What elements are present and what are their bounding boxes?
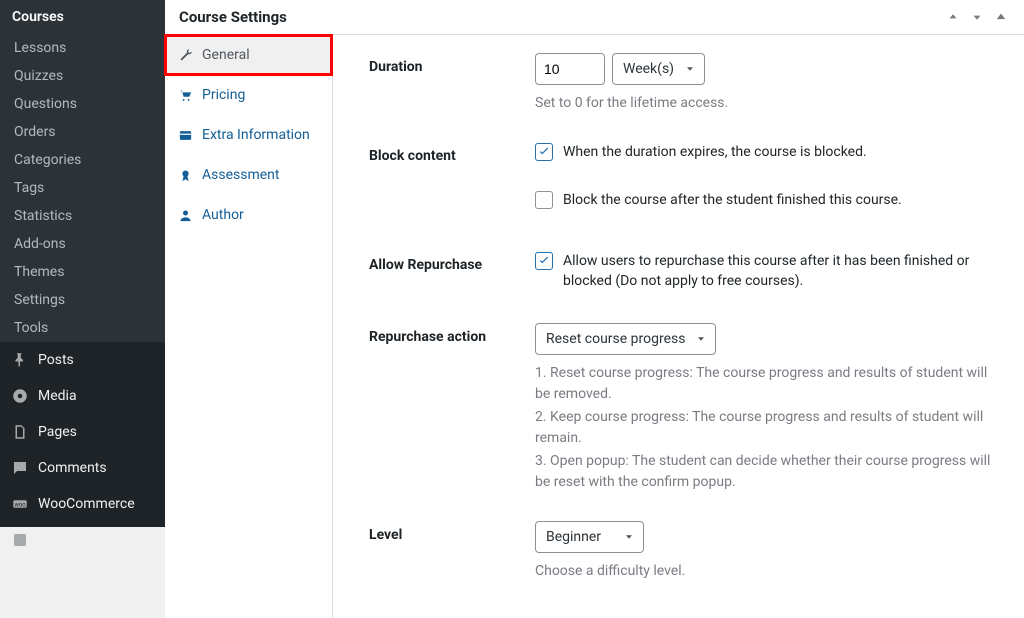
sidebar-item-settings[interactable]: Settings xyxy=(0,286,165,314)
svg-text:woo: woo xyxy=(14,501,26,508)
settings-content: Duration Week(s) Set to 0 for the lifeti… xyxy=(333,35,1024,618)
panel-header: Course Settings xyxy=(165,0,1024,35)
select-value: Beginner xyxy=(546,529,601,545)
tab-label: Pricing xyxy=(202,87,245,103)
field-duration: Duration Week(s) Set to 0 for the lifeti… xyxy=(369,53,998,114)
card-icon xyxy=(177,127,193,143)
tab-general[interactable]: General xyxy=(165,35,332,75)
repurchase-help-3: 3. Open popup: The student can decide wh… xyxy=(535,451,998,493)
comments-icon xyxy=(10,458,30,478)
sidebar-item-posts[interactable]: Posts xyxy=(0,342,165,378)
duration-input[interactable] xyxy=(535,53,605,85)
block-expire-checkbox[interactable] xyxy=(535,143,553,161)
settings-tabs: General Pricing Extra Information Assess… xyxy=(165,35,333,618)
user-icon xyxy=(177,207,193,223)
panel-controls xyxy=(944,8,1010,26)
pages-icon xyxy=(10,422,30,442)
sidebar-courses-label[interactable]: Courses xyxy=(0,0,165,34)
repurchase-help-1: 1. Reset course progress: The course pro… xyxy=(535,363,998,405)
sidebar-item-comments[interactable]: Comments xyxy=(0,450,165,486)
sidebar-item-themes[interactable]: Themes xyxy=(0,258,165,286)
sidebar-item-questions[interactable]: Questions xyxy=(0,90,165,118)
sidebar-item-label: WooCommerce xyxy=(38,496,135,512)
tab-extra-information[interactable]: Extra Information xyxy=(165,115,332,155)
pin-icon xyxy=(10,350,30,370)
checkbox-label: Allow users to repurchase this course af… xyxy=(563,251,998,292)
panel-down-button[interactable] xyxy=(968,8,986,26)
sidebar-item-categories[interactable]: Categories xyxy=(0,146,165,174)
tab-label: Extra Information xyxy=(202,127,310,143)
field-allow-repurchase: Allow Repurchase Allow users to repurcha… xyxy=(369,251,998,304)
panel-toggle-button[interactable] xyxy=(992,8,1010,26)
tab-label: Assessment xyxy=(202,167,279,183)
field-label: Block content xyxy=(369,142,535,164)
sidebar-item-label: Posts xyxy=(38,352,74,368)
sidebar-item-tags[interactable]: Tags xyxy=(0,174,165,202)
checkbox-label: When the duration expires, the course is… xyxy=(563,142,867,162)
field-label: Repurchase action xyxy=(369,323,535,345)
sidebar-item-label: Products xyxy=(38,532,94,548)
sidebar-item-products[interactable]: Products xyxy=(0,522,165,558)
sidebar-item-tools[interactable]: Tools xyxy=(0,314,165,342)
products-icon xyxy=(10,530,30,550)
allow-repurchase-checkbox[interactable] xyxy=(535,252,553,270)
cart-icon xyxy=(177,87,193,103)
sidebar-item-label: Pages xyxy=(38,424,77,440)
chevron-down-icon xyxy=(623,531,635,543)
media-icon xyxy=(10,386,30,406)
sidebar-item-quizzes[interactable]: Quizzes xyxy=(0,62,165,90)
field-block-content: Block content When the duration expires,… xyxy=(369,142,998,223)
field-level: Level Beginner Choose a difficulty level… xyxy=(369,521,998,582)
sidebar-item-lessons[interactable]: Lessons xyxy=(0,34,165,62)
field-repurchase-action: Repurchase action Reset course progress … xyxy=(369,323,998,493)
sidebar-item-pages[interactable]: Pages xyxy=(0,414,165,450)
sidebar-item-woocommerce[interactable]: woo WooCommerce xyxy=(0,486,165,522)
select-value: Week(s) xyxy=(623,61,674,77)
duration-help: Set to 0 for the lifetime access. xyxy=(535,93,998,114)
repurchase-action-select[interactable]: Reset course progress xyxy=(535,323,716,355)
course-settings-panel: Course Settings General Pricing Extra In… xyxy=(165,0,1024,527)
sidebar-item-orders[interactable]: Orders xyxy=(0,118,165,146)
select-value: Reset course progress xyxy=(546,331,685,347)
field-label: Level xyxy=(369,521,535,543)
level-select[interactable]: Beginner xyxy=(535,521,644,553)
level-help: Choose a difficulty level. xyxy=(535,561,998,582)
sidebar-item-label: Comments xyxy=(38,460,107,476)
block-finished-checkbox[interactable] xyxy=(535,191,553,209)
field-label: Allow Repurchase xyxy=(369,251,535,273)
tab-assessment[interactable]: Assessment xyxy=(165,155,332,195)
panel-body: General Pricing Extra Information Assess… xyxy=(165,35,1024,618)
panel-title: Course Settings xyxy=(179,8,287,26)
woocommerce-icon: woo xyxy=(10,494,30,514)
sidebar-item-addons[interactable]: Add-ons xyxy=(0,230,165,258)
sidebar-item-label: Media xyxy=(38,388,77,404)
tab-author[interactable]: Author xyxy=(165,195,332,235)
repurchase-help-2: 2. Keep course progress: The course prog… xyxy=(535,407,998,449)
award-icon xyxy=(177,167,193,183)
sidebar-courses-group: Courses Lessons Quizzes Questions Orders… xyxy=(0,0,165,342)
sidebar-item-statistics[interactable]: Statistics xyxy=(0,202,165,230)
tab-label: General xyxy=(202,47,250,63)
field-label: Duration xyxy=(369,53,535,75)
wp-admin-sidebar: Courses Lessons Quizzes Questions Orders… xyxy=(0,0,165,527)
duration-unit-select[interactable]: Week(s) xyxy=(612,53,705,85)
panel-up-button[interactable] xyxy=(944,8,962,26)
tab-label: Author xyxy=(202,207,244,223)
checkbox-label: Block the course after the student finis… xyxy=(563,190,902,210)
tab-pricing[interactable]: Pricing xyxy=(165,75,332,115)
chevron-down-icon xyxy=(695,333,707,345)
wrench-icon xyxy=(177,47,193,63)
chevron-down-icon xyxy=(684,63,696,75)
sidebar-item-media[interactable]: Media xyxy=(0,378,165,414)
